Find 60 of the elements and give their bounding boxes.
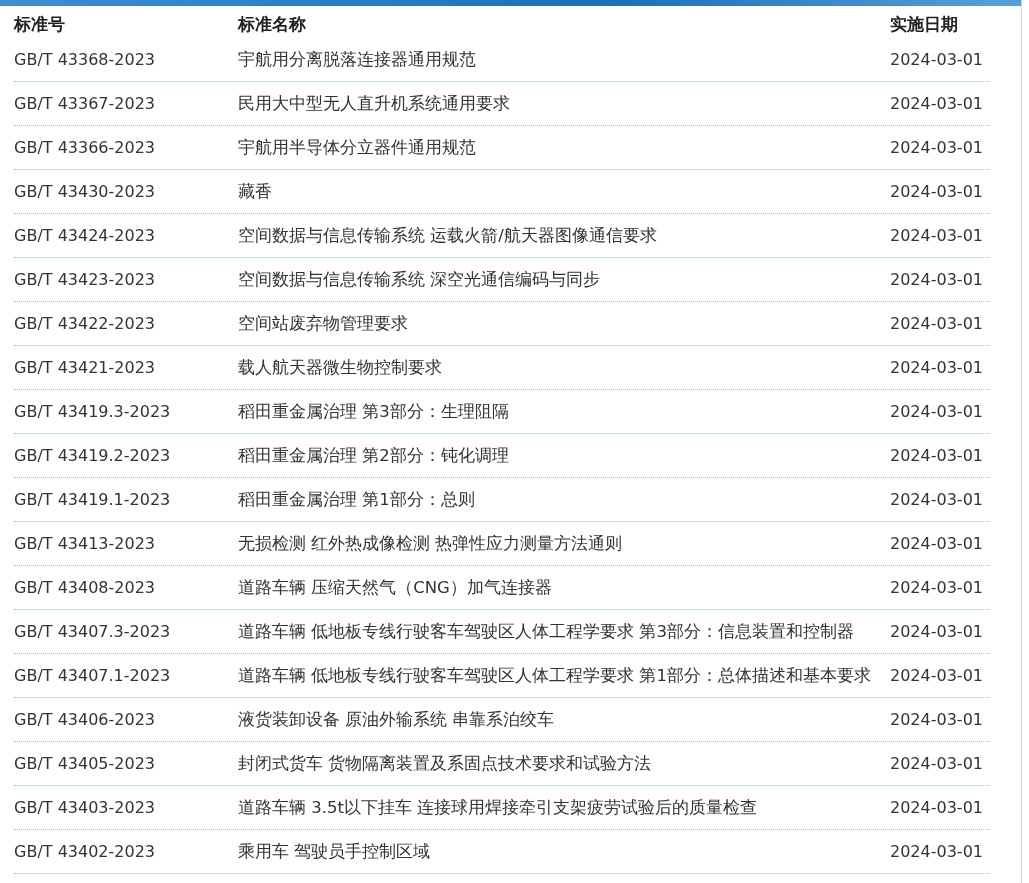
standard-name-cell-text: 藏香	[238, 181, 272, 203]
date-cell-text: 2024-03-01	[890, 401, 983, 423]
standard-name-cell-text: 道路车辆 低地板专线行驶客车驾驶区人体工程学要求 第3部分：信息装置和控制器	[238, 621, 854, 643]
standard-number-cell-text: GB/T 43368-2023	[14, 49, 155, 71]
standard-number-cell-text: GB/T 43407.3-2023	[14, 621, 171, 643]
standard-name-cell-text: 稻田重金属治理 第2部分：钝化调理	[238, 445, 509, 467]
date-cell-text: 2024-03-01	[890, 137, 983, 159]
date-cell-text: 2024-03-01	[890, 357, 983, 379]
standard-name-cell-text: 液货装卸设备 原油外输系统 串靠系泊绞车	[238, 709, 555, 731]
standard-number-cell-text: GB/T 43421-2023	[14, 357, 155, 379]
standard-name-cell-text: 宇航用半导体分立器件通用规范	[238, 137, 476, 159]
date-cell-text: 2024-03-01	[890, 753, 983, 775]
column-header: 实施日期	[890, 13, 958, 36]
standard-number-cell-text: GB/T 43430-2023	[14, 181, 155, 203]
standard-name-cell-text: 稻田重金属治理 第1部分：总则	[238, 489, 475, 511]
date-cell-text: 2024-03-01	[890, 533, 983, 555]
standard-name-cell-text: 无损检测 红外热成像检测 热弹性应力测量方法通则	[238, 533, 623, 555]
standard-number-cell-text: GB/T 43367-2023	[14, 93, 155, 115]
standard-name-cell-text: 空间数据与信息传输系统 深空光通信编码与同步	[238, 269, 601, 291]
date-cell-text: 2024-03-01	[890, 841, 983, 863]
standard-number-cell-text: GB/T 43366-2023	[14, 137, 155, 159]
standard-name-cell-text: 载人航天器微生物控制要求	[238, 357, 442, 379]
date-cell-text: 2024-03-01	[890, 269, 983, 291]
standard-number-cell-text: GB/T 43422-2023	[14, 313, 155, 335]
date-cell-text: 2024-03-01	[890, 445, 983, 467]
standard-number-cell-text: GB/T 43423-2023	[14, 269, 155, 291]
standard-name-cell-text: 空间数据与信息传输系统 运载火箭/航天器图像通信要求	[238, 225, 657, 247]
date-cell-text: 2024-03-01	[890, 49, 983, 71]
standard-number-cell-text: GB/T 43408-2023	[14, 577, 155, 599]
column-header: 标准号	[14, 13, 65, 36]
date-cell-text: 2024-03-01	[890, 621, 983, 643]
standard-name-cell-text: 道路车辆 压缩天然气（CNG）加气连接器	[238, 577, 552, 599]
standard-number-cell-text: GB/T 43405-2023	[14, 753, 155, 775]
date-cell-text: 2024-03-01	[890, 313, 983, 335]
standard-name-cell-text: 民用大中型无人直升机系统通用要求	[238, 93, 510, 115]
date-cell-text: 2024-03-01	[890, 489, 983, 511]
standard-number-cell-text: GB/T 43402-2023	[14, 841, 155, 863]
standard-name-cell-text: 封闭式货车 货物隔离装置及系固点技术要求和试验方法	[238, 753, 652, 775]
standard-number-cell-text: GB/T 43413-2023	[14, 533, 155, 555]
date-cell-text: 2024-03-01	[890, 797, 983, 819]
date-cell-text: 2024-03-01	[890, 577, 983, 599]
standard-number-cell-text: GB/T 43407.1-2023	[14, 665, 171, 687]
standard-name-cell-text: 乘用车 驾驶员手控制区域	[238, 841, 431, 863]
standard-name-cell-text: 稻田重金属治理 第3部分：生理阻隔	[238, 401, 509, 423]
standard-name-cell-text: 宇航用分离脱落连接器通用规范	[238, 49, 476, 71]
standard-number-cell-text: GB/T 43419.3-2023	[14, 401, 171, 423]
date-cell-text: 2024-03-01	[890, 181, 983, 203]
column-header: 标准名称	[238, 13, 306, 36]
standard-number-cell-text: GB/T 43406-2023	[14, 709, 155, 731]
date-cell-text: 2024-03-01	[890, 665, 983, 687]
standard-name-cell-text: 道路车辆 低地板专线行驶客车驾驶区人体工程学要求 第1部分：总体描述和基本要求	[238, 665, 871, 687]
standard-name-cell-text: 空间站废弃物管理要求	[238, 313, 408, 335]
standard-number-cell-text: GB/T 43419.1-2023	[14, 489, 171, 511]
standard-number-cell-text: GB/T 43419.2-2023	[14, 445, 171, 467]
date-cell-text: 2024-03-01	[890, 225, 983, 247]
date-cell-text: 2024-03-01	[890, 93, 983, 115]
date-cell-text: 2024-03-01	[890, 709, 983, 731]
standard-name-cell-text: 道路车辆 3.5t以下挂车 连接球用焊接牵引支架疲劳试验后的质量检查	[238, 797, 758, 819]
standard-number-cell-text: GB/T 43424-2023	[14, 225, 155, 247]
standard-number-cell-text: GB/T 43403-2023	[14, 797, 155, 819]
